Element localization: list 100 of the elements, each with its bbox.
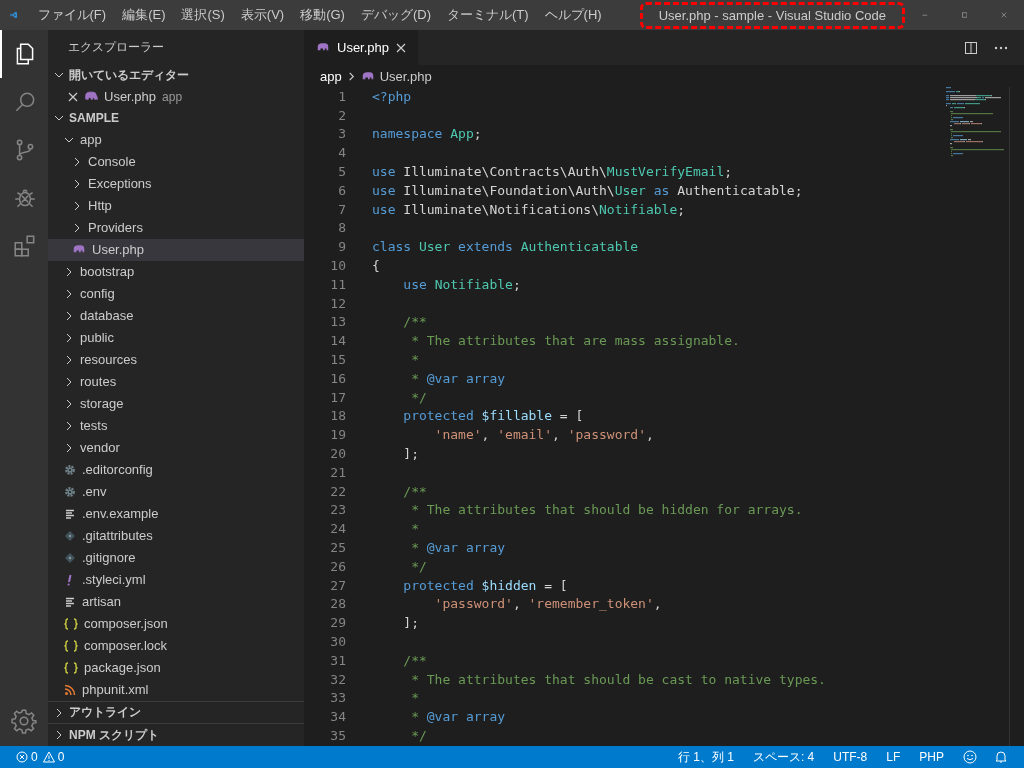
smiley-icon[interactable] [963,750,977,764]
code-line: * @var array [410,709,506,725]
settings-icon[interactable] [11,708,37,734]
chevron-right-icon[interactable] [64,288,74,299]
tree-item[interactable]: .gitattributes [48,524,304,547]
menu-item[interactable]: ヘルプ(H) [536,6,610,24]
tree-item[interactable]: bootstrap [48,260,304,283]
line-number: 21 [329,464,346,480]
tree-item[interactable]: resources [48,348,304,371]
status-item[interactable]: LF [886,750,901,764]
chevron-right-icon[interactable] [64,354,74,365]
tree-item[interactable]: vendor [48,436,304,459]
chevron-right-icon[interactable] [64,376,74,387]
breadcrumb-item[interactable]: User.php [379,68,432,84]
open-editor-path: app [162,89,183,104]
chevron-right-icon[interactable] [72,222,82,233]
tree-item[interactable]: User.php [48,238,304,261]
code-line: /** [402,652,427,668]
chevron-right-icon[interactable] [72,178,82,189]
code-line: use Illuminate\Notifications\Notifiable; [372,201,686,217]
chevron-right-icon[interactable] [64,398,74,409]
tree-item[interactable]: Console [48,150,304,173]
tree-item[interactable]: app [48,128,304,151]
error-icon[interactable] [16,751,28,763]
tree-item[interactable]: .styleci.yml [48,568,304,591]
braces-icon [64,661,78,674]
chevron-right-icon[interactable] [64,442,74,453]
tree-item[interactable]: phpunit.xml [48,678,304,701]
breadcrumb-item[interactable]: app [320,68,342,84]
chevron-right-icon[interactable] [54,730,64,741]
tree-item[interactable]: .editorconfig [48,458,304,481]
line-number: 23 [329,502,346,518]
tree-item[interactable]: composer.lock [48,634,304,657]
tree-item[interactable]: artisan [48,590,304,613]
tree-item[interactable]: .env [48,480,304,503]
tree-item[interactable]: .gitignore [48,546,304,569]
tree-item[interactable]: storage [48,392,304,415]
code-line: 'password', 'remember_token', [433,596,662,612]
tree-item[interactable]: Exceptions [48,172,304,195]
editor-tab[interactable]: User.php [304,30,419,65]
elephant-icon [84,91,98,103]
chevron-right-icon[interactable] [64,420,74,431]
status-item[interactable]: PHP [919,750,944,764]
line-number: 20 [329,446,346,462]
tree-item[interactable]: Http [48,194,304,217]
tree-item[interactable]: database [48,304,304,327]
line-number: 31 [329,652,346,668]
code-line: ]; [402,615,419,631]
tree-item[interactable]: public [48,326,304,349]
line-number: 13 [329,314,346,330]
code-line: ]; [402,446,419,462]
status-item[interactable]: UTF-8 [833,750,868,764]
braces-icon [64,639,78,652]
chevron-right-icon[interactable] [54,707,64,718]
tree-item[interactable]: tests [48,414,304,437]
more-icon[interactable] [994,45,1008,50]
bell-icon[interactable] [994,750,1008,764]
tree-item[interactable]: composer.json [48,612,304,635]
chevron-right-icon[interactable] [64,310,74,321]
menu-item[interactable]: ターミナル(T) [439,6,537,24]
code-line: 'name', 'email', 'password', [433,427,654,443]
line-number: 5 [337,164,346,180]
status-item[interactable]: 行 1、列 1 [677,748,734,766]
code-line: { [372,258,380,274]
open-editor-name[interactable]: User.php [104,89,157,105]
chevron-right-icon[interactable] [72,156,82,167]
tree-item[interactable]: routes [48,370,304,393]
chevron-right-icon[interactable] [72,200,82,211]
line-number: 19 [329,427,346,443]
line-number: 3 [337,126,346,142]
warning-icon[interactable] [42,751,55,763]
line-number: 4 [337,145,346,161]
menu-item[interactable]: 移動(G) [292,6,353,24]
menu-item[interactable]: 表示(V) [232,6,293,24]
code-line: use Notifiable; [402,276,521,292]
menu-item[interactable]: ファイル(F) [29,6,115,24]
status-item[interactable]: スペース: 4 [752,748,815,766]
diamond-icon [64,529,76,542]
maximize-icon[interactable] [961,9,968,21]
menu-item[interactable]: 編集(E) [114,6,174,24]
chevron-right-icon[interactable] [64,266,74,277]
section-header[interactable]: SAMPLE [48,107,304,129]
close-icon[interactable] [68,91,78,102]
elephant-icon [316,42,330,53]
line-number: 33 [329,690,346,706]
tree-item[interactable]: package.json [48,656,304,679]
menu-item[interactable]: デバッグ(D) [352,6,439,24]
tree-item[interactable]: .env.example [48,502,304,525]
close-icon[interactable] [396,42,407,53]
tree-item[interactable]: Providers [48,216,304,239]
error-count[interactable]: 0 [31,750,38,764]
warning-count[interactable]: 0 [57,750,65,764]
rss-icon [64,683,76,696]
menu-item[interactable]: 選択(S) [173,6,233,24]
tree-item[interactable]: config [48,282,304,305]
split-editor-icon[interactable] [964,40,978,55]
chevron-right-icon[interactable] [64,332,74,343]
lines-icon [64,507,76,520]
section-header[interactable]: 開いているエディター [48,64,304,86]
code-line: /** [402,483,427,499]
